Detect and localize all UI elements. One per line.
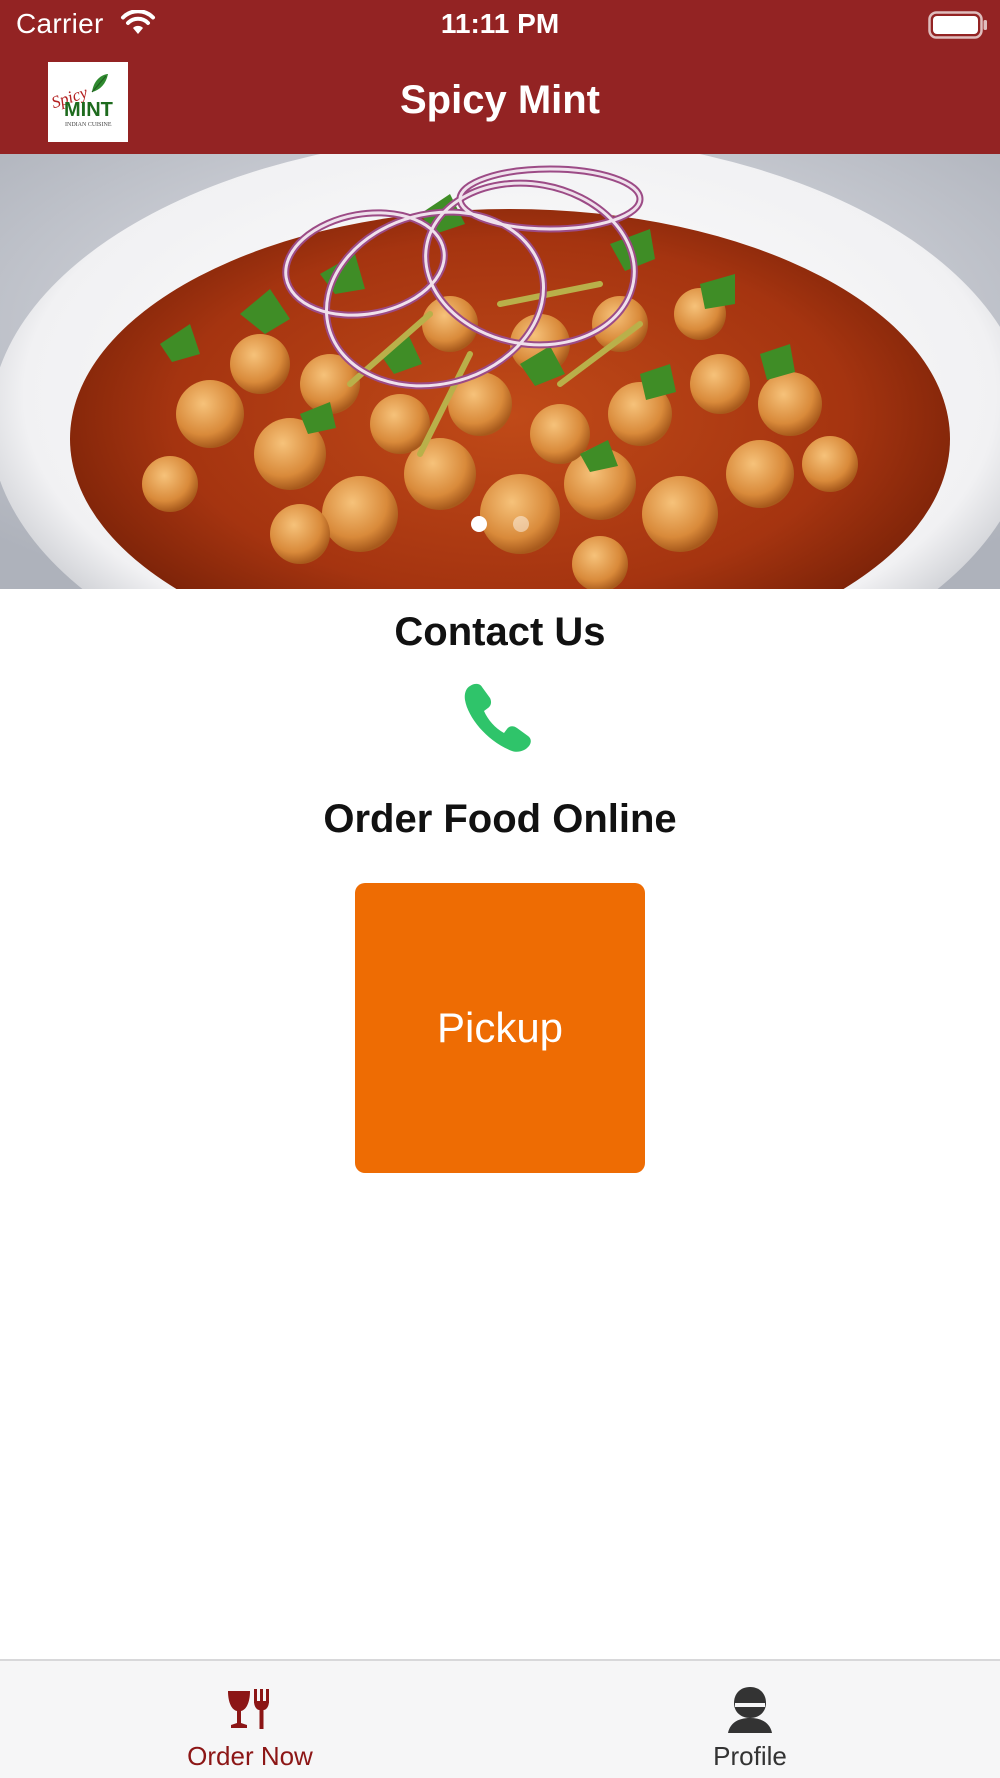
phone-icon[interactable] [462,680,538,756]
contact-us-heading: Contact Us [394,610,606,654]
app-screen: Carrier 11:11 PM Spicy MINT INDIAN CUISI… [0,0,1000,1778]
person-icon [728,1687,772,1733]
carousel-dot[interactable] [470,516,487,532]
status-bar: Carrier 11:11 PM [0,0,1000,50]
order-food-online-heading: Order Food Online [323,797,677,841]
tab-order-now[interactable]: Order Now [0,1661,500,1778]
hero-carousel[interactable] [0,154,1000,589]
battery-icon [928,11,987,39]
header: Carrier 11:11 PM Spicy MINT INDIAN CUISI… [0,0,1000,154]
tab-bar: Order Now Profile [0,1659,1000,1778]
carousel-dot[interactable] [513,516,530,532]
nav-title: Spicy Mint [399,78,601,122]
tab-profile[interactable]: Profile [500,1661,1000,1778]
tab-label: Profile [713,1741,787,1771]
pickup-button[interactable]: Pickup [355,883,645,1173]
tab-label: Order Now [187,1741,313,1771]
carousel-page-indicator[interactable] [0,516,1000,537]
wine-fork-icon [228,1689,269,1729]
status-time: 11:11 PM [440,8,560,39]
